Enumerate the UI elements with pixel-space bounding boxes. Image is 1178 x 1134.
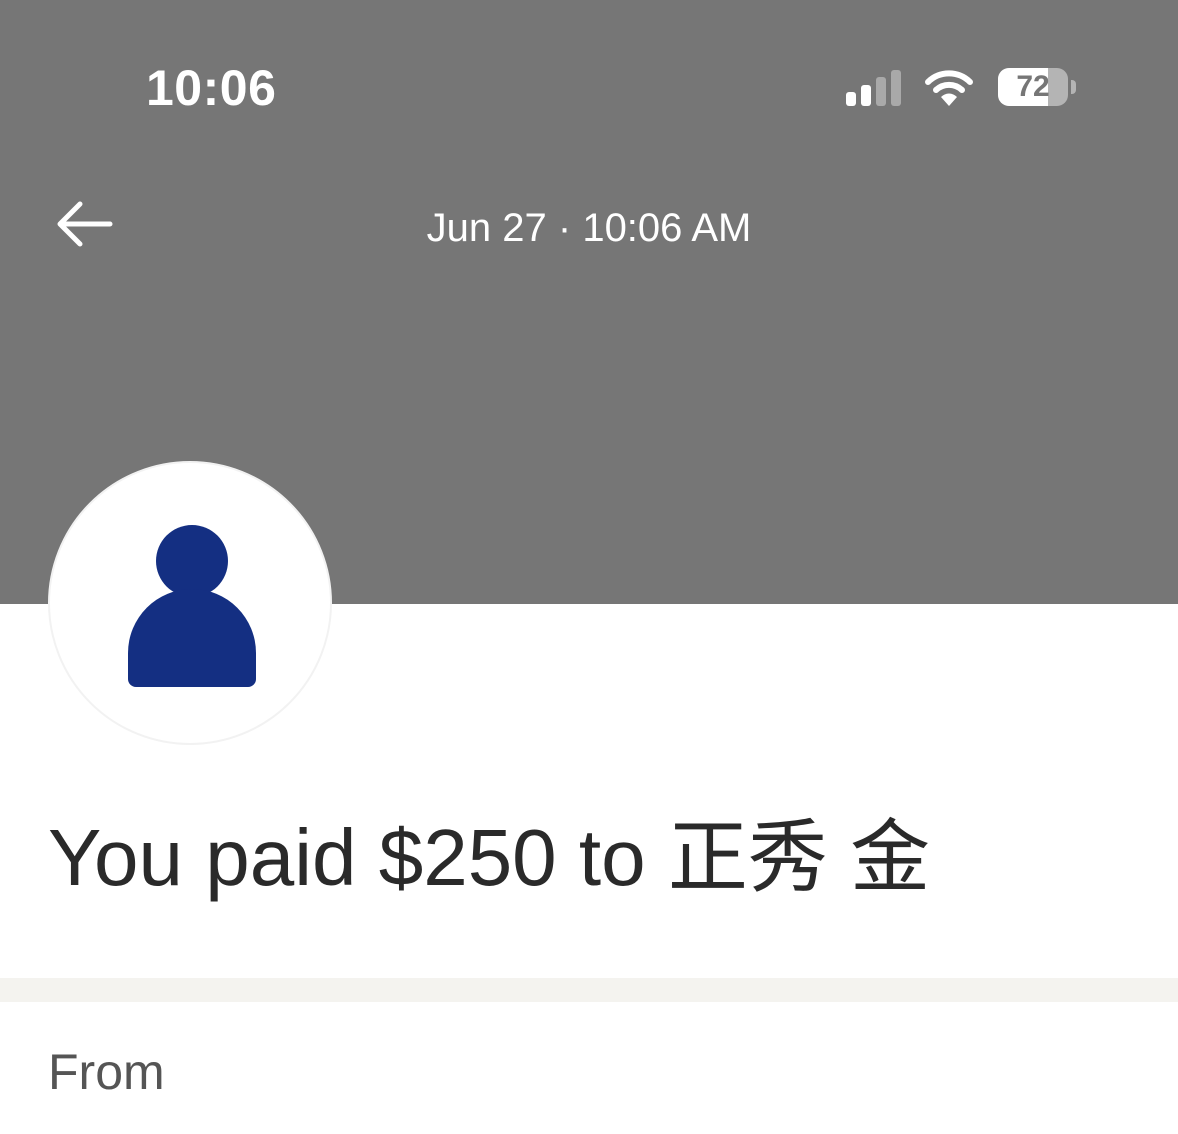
wifi-icon <box>925 70 973 106</box>
status-icons: 72 <box>840 64 1090 112</box>
arrow-left-icon <box>57 201 113 247</box>
transaction-detail-screen: 10:06 72 Jun 27 · 10:06 AM You paid $250… <box>0 0 1178 1134</box>
transaction-date-time: Jun 27 · 10:06 AM <box>426 206 752 250</box>
back-button[interactable] <box>50 196 120 252</box>
section-divider <box>0 978 1178 1002</box>
battery-body: 72 <box>998 68 1068 106</box>
avatar <box>48 461 332 745</box>
status-time: 10:06 <box>146 60 277 116</box>
person-icon <box>128 525 256 687</box>
signal-icon <box>846 70 901 106</box>
battery-level: 72 <box>1016 70 1050 103</box>
battery-icon: 72 <box>996 66 1080 110</box>
payment-headline: You paid $250 to 正秀 金 <box>48 813 931 902</box>
from-label: From <box>48 1044 165 1100</box>
battery-tip <box>1071 80 1076 94</box>
